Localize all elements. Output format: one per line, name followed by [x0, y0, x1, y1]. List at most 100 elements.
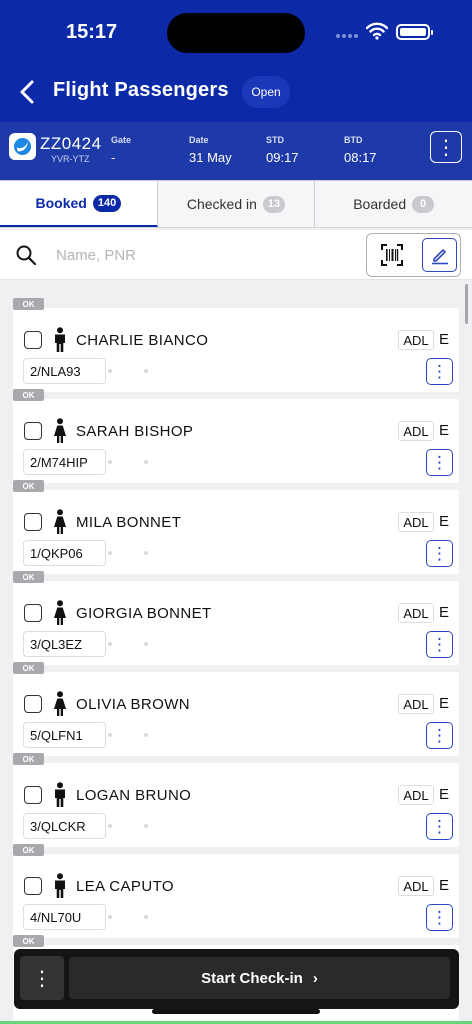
cabin-class: E: [439, 786, 450, 803]
indicator-dot: [108, 460, 112, 464]
search-tools: [366, 233, 461, 277]
male-passenger-icon: [55, 873, 65, 898]
bottom-more-button[interactable]: ⋮: [20, 956, 64, 1000]
date-value: 31 May: [189, 150, 232, 165]
cabin-class: E: [439, 695, 450, 712]
passenger-more-button[interactable]: ⋮: [426, 449, 453, 476]
search-bar: [0, 230, 472, 280]
list-scrollbar[interactable]: [465, 284, 468, 324]
indicator-dot: [108, 824, 112, 828]
passenger-checkbox[interactable]: [24, 422, 42, 440]
passenger-card[interactable]: OK LOGAN BRUNO ADL E 3/QLCKR ⋮: [13, 753, 459, 847]
tab-boarded-label: Boarded: [353, 196, 407, 212]
passenger-card[interactable]: OK MILA BONNET ADL E 1/QKP06 ⋮: [13, 480, 459, 574]
home-indicator[interactable]: [152, 1009, 320, 1014]
passenger-name: SARAH BISHOP: [76, 423, 194, 440]
passenger-name: OLIVIA BROWN: [76, 696, 190, 713]
wifi-icon: [366, 22, 388, 40]
passenger-checkbox[interactable]: [24, 513, 42, 531]
passenger-type-badge: ADL: [398, 421, 434, 441]
cabin-class: E: [439, 331, 450, 348]
pnr-field: 5/QLFN1: [23, 722, 106, 748]
pencil-icon: [431, 249, 448, 265]
checkin-status-badge: OK: [13, 753, 44, 765]
flight-route: YVR-YTZ: [51, 154, 90, 164]
female-passenger-icon: [54, 418, 66, 443]
edit-button[interactable]: [422, 238, 457, 272]
passenger-more-button[interactable]: ⋮: [426, 904, 453, 931]
female-passenger-icon: [54, 600, 66, 625]
tab-checked-in[interactable]: Checked in 13: [157, 180, 316, 227]
passenger-card[interactable]: OK CHARLIE BIANCO ADL E 2/NLA93 ⋮: [13, 298, 459, 392]
female-passenger-icon: [54, 691, 66, 716]
flight-status-badge: Open: [242, 76, 290, 108]
search-input[interactable]: [56, 242, 336, 268]
passenger-checkbox[interactable]: [24, 604, 42, 622]
checkin-status-badge: OK: [13, 480, 44, 492]
indicator-dot: [144, 642, 148, 646]
indicator-dot: [108, 733, 112, 737]
status-time: 15:17: [66, 21, 118, 43]
tab-booked-count: 140: [92, 194, 122, 212]
checkin-status-badge: OK: [13, 935, 44, 947]
cabin-class: E: [439, 877, 450, 894]
cabin-class: E: [439, 604, 450, 621]
std-column: STD 09:17: [266, 135, 299, 165]
passenger-more-button[interactable]: ⋮: [426, 540, 453, 567]
indicator-dot: [108, 915, 112, 919]
passenger-name: CHARLIE BIANCO: [76, 332, 209, 349]
flight-more-button[interactable]: ⋮: [430, 131, 462, 163]
passenger-card[interactable]: OK SARAH BISHOP ADL E 2/M74HIP ⋮: [13, 389, 459, 483]
gate-column: Gate -: [111, 135, 131, 165]
flight-info-bar: ZZ0424 YVR-YTZ Gate - Date 31 May STD 09…: [0, 122, 472, 180]
passenger-card[interactable]: OK GIORGIA BONNET ADL E 3/QL3EZ ⋮: [13, 571, 459, 665]
barcode-scan-icon[interactable]: [380, 243, 404, 267]
passenger-more-button[interactable]: ⋮: [426, 722, 453, 749]
passenger-checkbox[interactable]: [24, 695, 42, 713]
indicator-dot: [108, 551, 112, 555]
tab-booked[interactable]: Booked 140: [0, 180, 158, 227]
checkin-status-badge: OK: [13, 662, 44, 674]
passenger-type-badge: ADL: [398, 785, 434, 805]
checkin-status-badge: OK: [13, 298, 44, 310]
btd-column: BTD 08:17: [344, 135, 377, 165]
passenger-type-badge: ADL: [398, 694, 434, 714]
gate-value: -: [111, 150, 116, 165]
passenger-name: LOGAN BRUNO: [76, 787, 192, 804]
gate-label: Gate: [111, 135, 132, 145]
passenger-more-button[interactable]: ⋮: [426, 631, 453, 658]
btd-value: 08:17: [344, 150, 377, 165]
indicator-dot: [144, 460, 148, 464]
passenger-more-button[interactable]: ⋮: [426, 358, 453, 385]
indicator-dot: [144, 733, 148, 737]
passenger-checkbox[interactable]: [24, 877, 42, 895]
cabin-class: E: [439, 422, 450, 439]
passenger-type-badge: ADL: [398, 876, 434, 896]
pnr-field: 1/QKP06: [23, 540, 106, 566]
cabin-class: E: [439, 513, 450, 530]
tab-boarded[interactable]: Boarded 0: [315, 180, 472, 227]
passenger-more-button[interactable]: ⋮: [426, 813, 453, 840]
indicator-dot: [144, 551, 148, 555]
female-passenger-icon: [54, 509, 66, 534]
pnr-field: 4/NL70U: [23, 904, 106, 930]
airline-logo-icon: [9, 133, 36, 160]
std-label: STD: [266, 135, 284, 145]
passenger-type-badge: ADL: [398, 603, 434, 623]
battery-icon: [396, 24, 433, 40]
tab-booked-label: Booked: [35, 195, 87, 211]
checkin-status-badge: OK: [13, 389, 44, 401]
pnr-field: 2/M74HIP: [23, 449, 106, 475]
indicator-dot: [108, 369, 112, 373]
passenger-checkbox[interactable]: [24, 786, 42, 804]
date-label: Date: [189, 135, 209, 145]
passenger-tabs: Booked 140 Checked in 13 Boarded 0: [0, 180, 472, 228]
indicator-dot: [144, 915, 148, 919]
start-checkin-button[interactable]: Start Check-in ›: [69, 957, 450, 999]
passenger-card[interactable]: OK LEA CAPUTO ADL E 4/NL70U ⋮: [13, 844, 459, 938]
male-passenger-icon: [55, 327, 65, 352]
passenger-card[interactable]: OK OLIVIA BROWN ADL E 5/QLFN1 ⋮: [13, 662, 459, 756]
checkin-status-badge: OK: [13, 571, 44, 583]
passenger-checkbox[interactable]: [24, 331, 42, 349]
back-chevron-icon[interactable]: [16, 78, 40, 106]
